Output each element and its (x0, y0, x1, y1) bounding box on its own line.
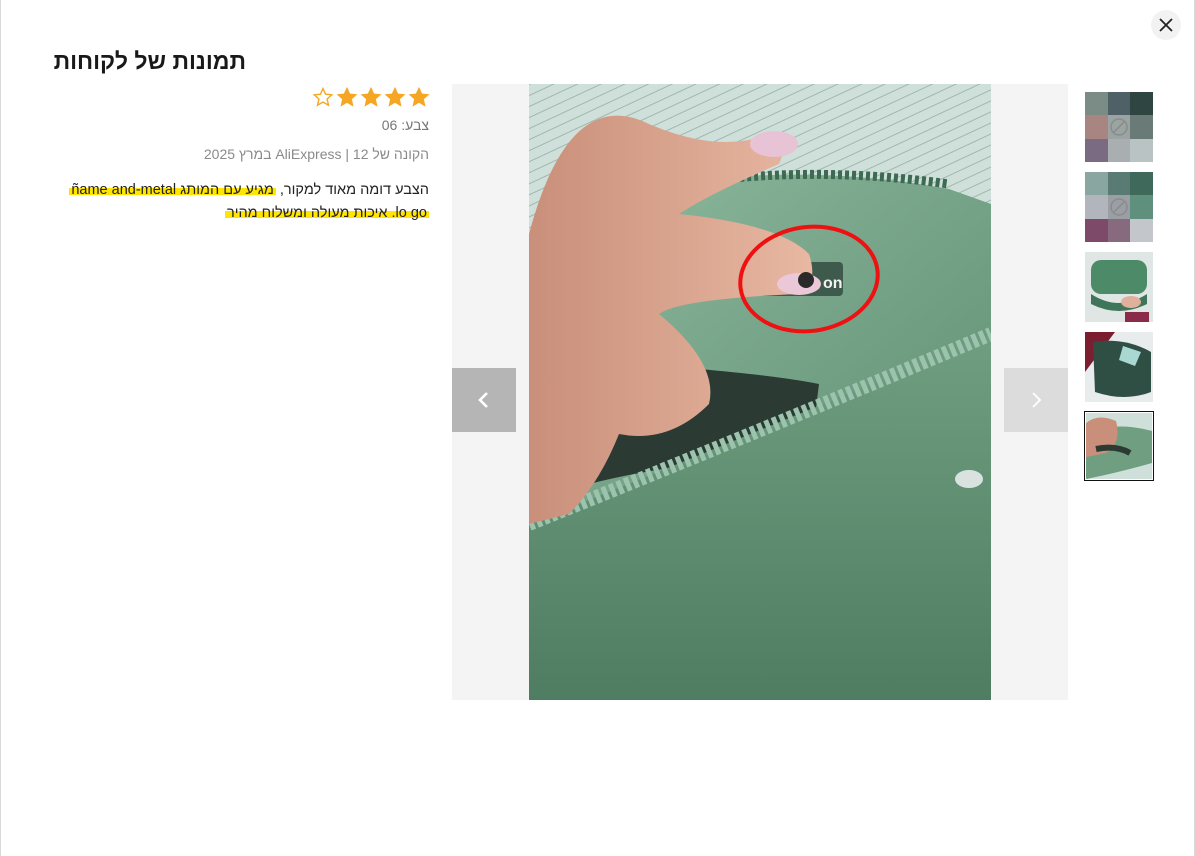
modal-title: תמונות של לקוחות (53, 48, 246, 74)
review-photo: on (529, 84, 991, 700)
hidden-image-icon (1110, 198, 1128, 216)
star-filled-icon (385, 87, 405, 107)
review-meta: הקונה של 12 | AliExpress במרץ 2025 (203, 146, 429, 162)
hidden-image-icon (1110, 118, 1128, 136)
review-text: הצבע דומה מאוד למקור, מגיע עם המותג ñame… (41, 179, 429, 225)
star-rating (41, 84, 429, 110)
thumbnail-1[interactable] (1084, 91, 1154, 163)
star-filled-icon (337, 87, 357, 107)
close-icon (1159, 18, 1173, 32)
thumbnail-4[interactable] (1084, 331, 1154, 403)
chevron-right-icon (1032, 392, 1042, 408)
star-filled-icon (361, 87, 381, 107)
review-text-plain: הצבע דומה מאוד למקור, (275, 182, 429, 198)
chevron-left-icon (478, 392, 488, 408)
next-image-button[interactable] (1004, 368, 1068, 432)
thumbnail-strip (1084, 91, 1154, 489)
star-filled-icon (409, 87, 429, 107)
blurred-thumbnail-image (1085, 172, 1153, 242)
blurred-thumbnail-image (1085, 92, 1153, 162)
thumbnail-3[interactable] (1084, 251, 1154, 323)
thumbnail-image (1085, 252, 1153, 322)
previous-image-button[interactable] (452, 368, 516, 432)
image-viewer: on (452, 84, 1068, 700)
thumbnail-2[interactable] (1084, 171, 1154, 243)
star-empty-icon (313, 87, 333, 107)
thumbnail-image (1085, 332, 1153, 402)
thumbnail-image (1086, 413, 1152, 479)
review-color-variant: צבע: 06 (381, 117, 429, 133)
svg-text:on: on (823, 275, 843, 292)
thumbnail-5-selected[interactable] (1084, 411, 1154, 481)
customer-photos-modal: תמונות של לקוחות צבע: 06 הקונה של 12 | A… (0, 0, 1195, 856)
review-panel: צבע: 06 הקונה של 12 | AliExpress במרץ 20… (41, 84, 429, 225)
review-photo-image: on (529, 84, 991, 700)
close-button[interactable] (1151, 10, 1181, 40)
review-text-highlight-2: lo go. איכות מעולה ומשלוח מהיר (224, 205, 429, 221)
review-text-highlight-1: מגיע עם המותג ñame and-metal (69, 182, 276, 198)
